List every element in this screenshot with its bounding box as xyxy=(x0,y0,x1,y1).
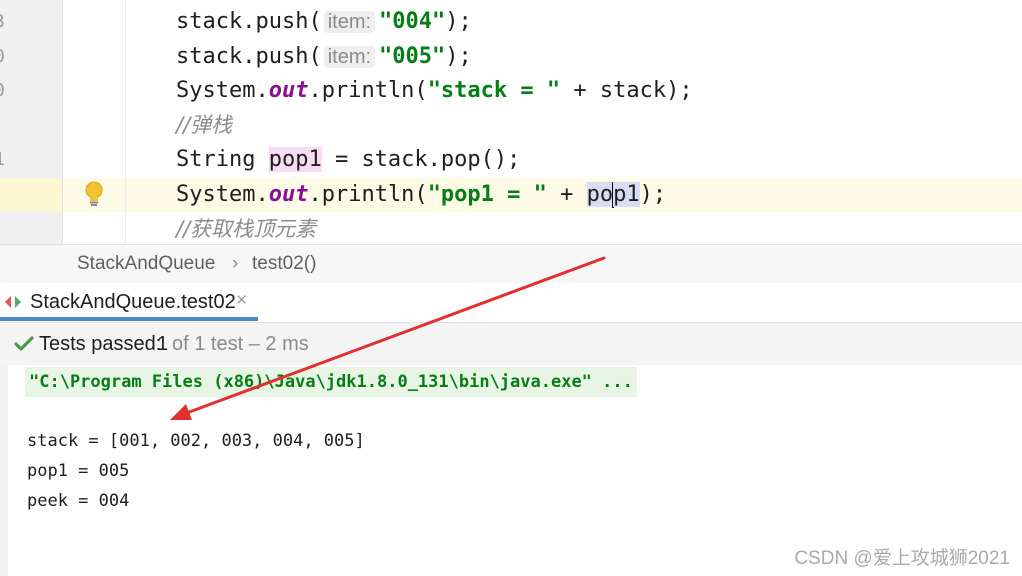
string-literal: "pop1 = " xyxy=(427,182,547,207)
checkmark-icon xyxy=(14,336,34,351)
highlighted-variable: po xyxy=(586,182,614,207)
code-text: .println( xyxy=(308,182,428,207)
tests-detail: of 1 test – 2 ms xyxy=(172,333,309,355)
code-text: String xyxy=(176,147,269,172)
string-literal: "005" xyxy=(379,44,446,69)
console-line: peek = 004 xyxy=(27,491,130,511)
line-number: 0 xyxy=(0,40,4,74)
parameter-hint: item: xyxy=(323,46,376,68)
close-icon[interactable]: × xyxy=(236,290,247,312)
code-line[interactable]: String pop1 = stack.pop(); xyxy=(176,143,520,177)
test-status-bar: Tests passed: 1 of 1 test – 2 ms xyxy=(0,322,1022,366)
code-comment: //弹栈 xyxy=(176,113,233,137)
active-tab-indicator xyxy=(0,317,258,321)
code-line[interactable]: stack.push(item: "004"); xyxy=(176,5,472,39)
code-text: ); xyxy=(639,182,667,207)
watermark: CSDN @爱上攻城狮2021 xyxy=(794,548,1010,569)
code-text: System. xyxy=(176,78,269,103)
code-text: + stack); xyxy=(560,78,693,103)
code-line[interactable]: stack.push(item: "005"); xyxy=(176,40,472,74)
code-text: stack.push( xyxy=(176,44,322,69)
static-field: out xyxy=(268,78,309,103)
code-text: ); xyxy=(445,9,472,34)
breadcrumb-class[interactable]: StackAndQueue xyxy=(77,253,215,275)
breadcrumb: StackAndQueue › test02() xyxy=(0,244,1022,284)
run-tool-window-tabs: StackAndQueue.test02 × xyxy=(0,283,1022,321)
code-text: ); xyxy=(445,44,472,69)
line-number: 3 xyxy=(0,5,4,39)
highlighted-variable: p1 xyxy=(613,182,640,207)
breadcrumb-separator: › xyxy=(232,253,239,274)
console-gutter xyxy=(0,365,8,576)
string-literal: "stack = " xyxy=(427,78,561,103)
line-number: 0 xyxy=(0,74,4,108)
line-number: 1 xyxy=(0,143,4,177)
code-text: System. xyxy=(176,182,269,207)
console-line: pop1 = 005 xyxy=(27,461,130,481)
run-tab[interactable]: StackAndQueue.test02 × xyxy=(0,283,258,321)
string-literal: "004" xyxy=(379,9,446,34)
run-config-icon xyxy=(5,296,21,308)
code-line-current[interactable]: System.out.println("pop1 = " + pop1); xyxy=(176,178,666,212)
code-comment: //获取栈顶元素 xyxy=(176,217,317,241)
parameter-hint: item: xyxy=(323,11,376,33)
run-tab-label: StackAndQueue.test02 xyxy=(30,291,236,313)
breadcrumb-method[interactable]: test02() xyxy=(252,253,316,275)
code-line[interactable]: //弹栈 xyxy=(176,108,232,142)
tests-passed-count: 1 xyxy=(157,333,169,355)
tests-passed-label: Tests passed: xyxy=(39,333,162,355)
console-line: stack = [001, 002, 003, 004, 005] xyxy=(27,431,365,451)
lightbulb-icon[interactable] xyxy=(84,181,104,207)
code-text: stack.push( xyxy=(176,9,322,34)
code-text: + xyxy=(546,182,587,207)
code-editor[interactable]: 3 0 0 1 stack.push(item:"004"); stack.pu… xyxy=(0,0,1022,244)
static-field: out xyxy=(268,182,309,207)
console-command-line: "C:\Program Files (x86)\Java\jdk1.8.0_13… xyxy=(25,367,637,397)
code-text: .println( xyxy=(308,78,428,103)
code-line[interactable]: System.out.println("stack = " + stack); xyxy=(176,74,693,108)
fold-guide xyxy=(125,0,126,244)
code-line[interactable]: //获取栈顶元素 xyxy=(176,212,316,244)
current-line-gutter xyxy=(0,178,62,212)
highlighted-variable: pop1 xyxy=(268,147,322,172)
code-text: = stack.pop(); xyxy=(321,147,521,172)
